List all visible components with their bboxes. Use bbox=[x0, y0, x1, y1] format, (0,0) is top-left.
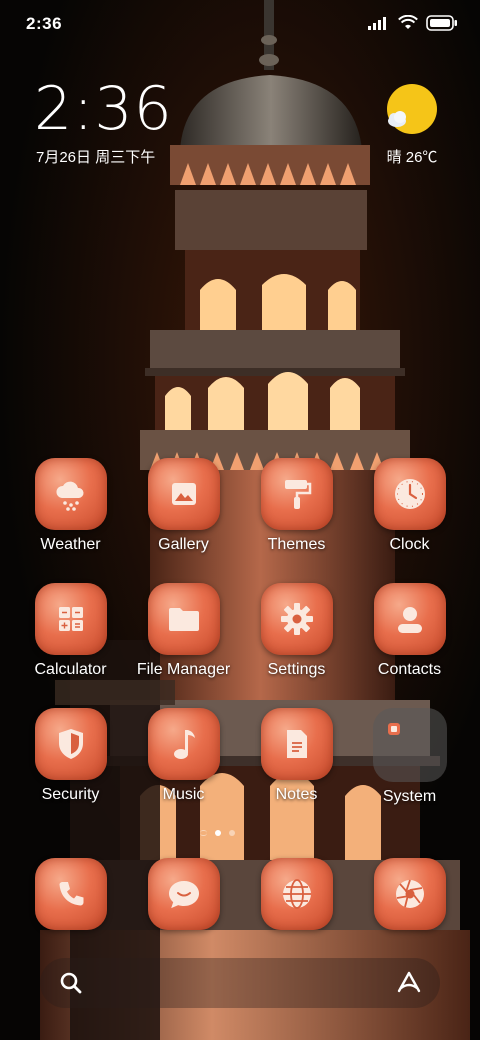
clock-icon bbox=[373, 458, 446, 530]
contact-icon bbox=[373, 583, 446, 655]
widget-time: 2:36 bbox=[34, 74, 173, 144]
app-grid: Weather Gallery Themes Clock Calculator … bbox=[14, 458, 466, 833]
system-folder-icon bbox=[372, 708, 447, 782]
music-note-icon bbox=[147, 708, 220, 780]
app-row: Weather Gallery Themes Clock bbox=[14, 458, 466, 583]
app-label: System bbox=[382, 788, 437, 805]
weather-cloud-icon bbox=[34, 458, 107, 530]
paint-roller-icon bbox=[260, 458, 333, 530]
app-label: Notes bbox=[275, 786, 318, 803]
folder-icon bbox=[147, 583, 220, 655]
assistant-icon[interactable] bbox=[396, 970, 422, 1001]
app-label: Settings bbox=[267, 661, 326, 678]
app-notes[interactable]: Notes bbox=[240, 708, 353, 833]
widget-date: 7月26日 周三下午 bbox=[36, 149, 156, 166]
app-file-manager[interactable]: File Manager bbox=[127, 583, 240, 708]
app-security[interactable]: Security bbox=[14, 708, 127, 833]
app-row: Calculator File Manager Settings Contact… bbox=[14, 583, 466, 708]
app-label: Security bbox=[41, 786, 100, 803]
weather-text: 晴 26℃ bbox=[386, 149, 438, 166]
app-themes[interactable]: Themes bbox=[240, 458, 353, 583]
app-settings[interactable]: Settings bbox=[240, 583, 353, 708]
status-bar: 2:36 bbox=[0, 0, 480, 50]
app-label: File Manager bbox=[136, 661, 231, 678]
search-icon[interactable] bbox=[58, 970, 84, 1001]
app-label: Calculator bbox=[34, 661, 107, 678]
sunny-partly-cloudy-icon bbox=[385, 84, 439, 138]
app-system-folder[interactable]: System bbox=[353, 708, 466, 833]
phone-icon bbox=[34, 858, 107, 930]
app-clock[interactable]: Clock bbox=[353, 458, 466, 583]
app-label: Music bbox=[162, 786, 205, 803]
camera-aperture-icon bbox=[373, 858, 446, 930]
dock bbox=[14, 858, 466, 930]
app-label: Clock bbox=[389, 536, 430, 553]
weather-widget[interactable]: 晴 26℃ bbox=[380, 84, 444, 167]
app-label: Themes bbox=[267, 536, 326, 553]
app-calculator[interactable]: Calculator bbox=[14, 583, 127, 708]
status-icons bbox=[368, 15, 458, 31]
shield-icon bbox=[34, 708, 107, 780]
minus-one-screen-indicator bbox=[200, 830, 207, 836]
dock-browser[interactable] bbox=[240, 858, 353, 930]
app-label: Gallery bbox=[158, 536, 209, 553]
battery-icon bbox=[426, 15, 457, 31]
app-gallery[interactable]: Gallery bbox=[127, 458, 240, 583]
note-icon bbox=[260, 708, 333, 780]
status-time: 2:36 bbox=[26, 14, 63, 33]
dock-camera[interactable] bbox=[353, 858, 466, 930]
calculator-icon bbox=[34, 583, 107, 655]
app-label: Contacts bbox=[377, 661, 442, 678]
wifi-icon bbox=[398, 15, 418, 29]
page-dot bbox=[229, 830, 235, 836]
page-dot-active bbox=[215, 830, 221, 836]
app-music[interactable]: Music bbox=[127, 708, 240, 833]
dock-phone[interactable] bbox=[14, 858, 127, 930]
signal-icon bbox=[368, 17, 386, 30]
browser-globe-icon bbox=[260, 858, 333, 930]
home-search-bar[interactable] bbox=[40, 958, 440, 1008]
app-contacts[interactable]: Contacts bbox=[353, 583, 466, 708]
message-icon bbox=[147, 858, 220, 930]
gallery-icon bbox=[147, 458, 220, 530]
app-label: Weather bbox=[40, 536, 101, 553]
dock-messages[interactable] bbox=[127, 858, 240, 930]
gear-icon bbox=[260, 583, 333, 655]
clock-widget[interactable]: 2:36 7月26日 周三下午 bbox=[34, 76, 173, 167]
page-indicator[interactable] bbox=[200, 830, 235, 836]
app-row: Security Music Notes System bbox=[14, 708, 466, 833]
app-weather[interactable]: Weather bbox=[14, 458, 127, 583]
